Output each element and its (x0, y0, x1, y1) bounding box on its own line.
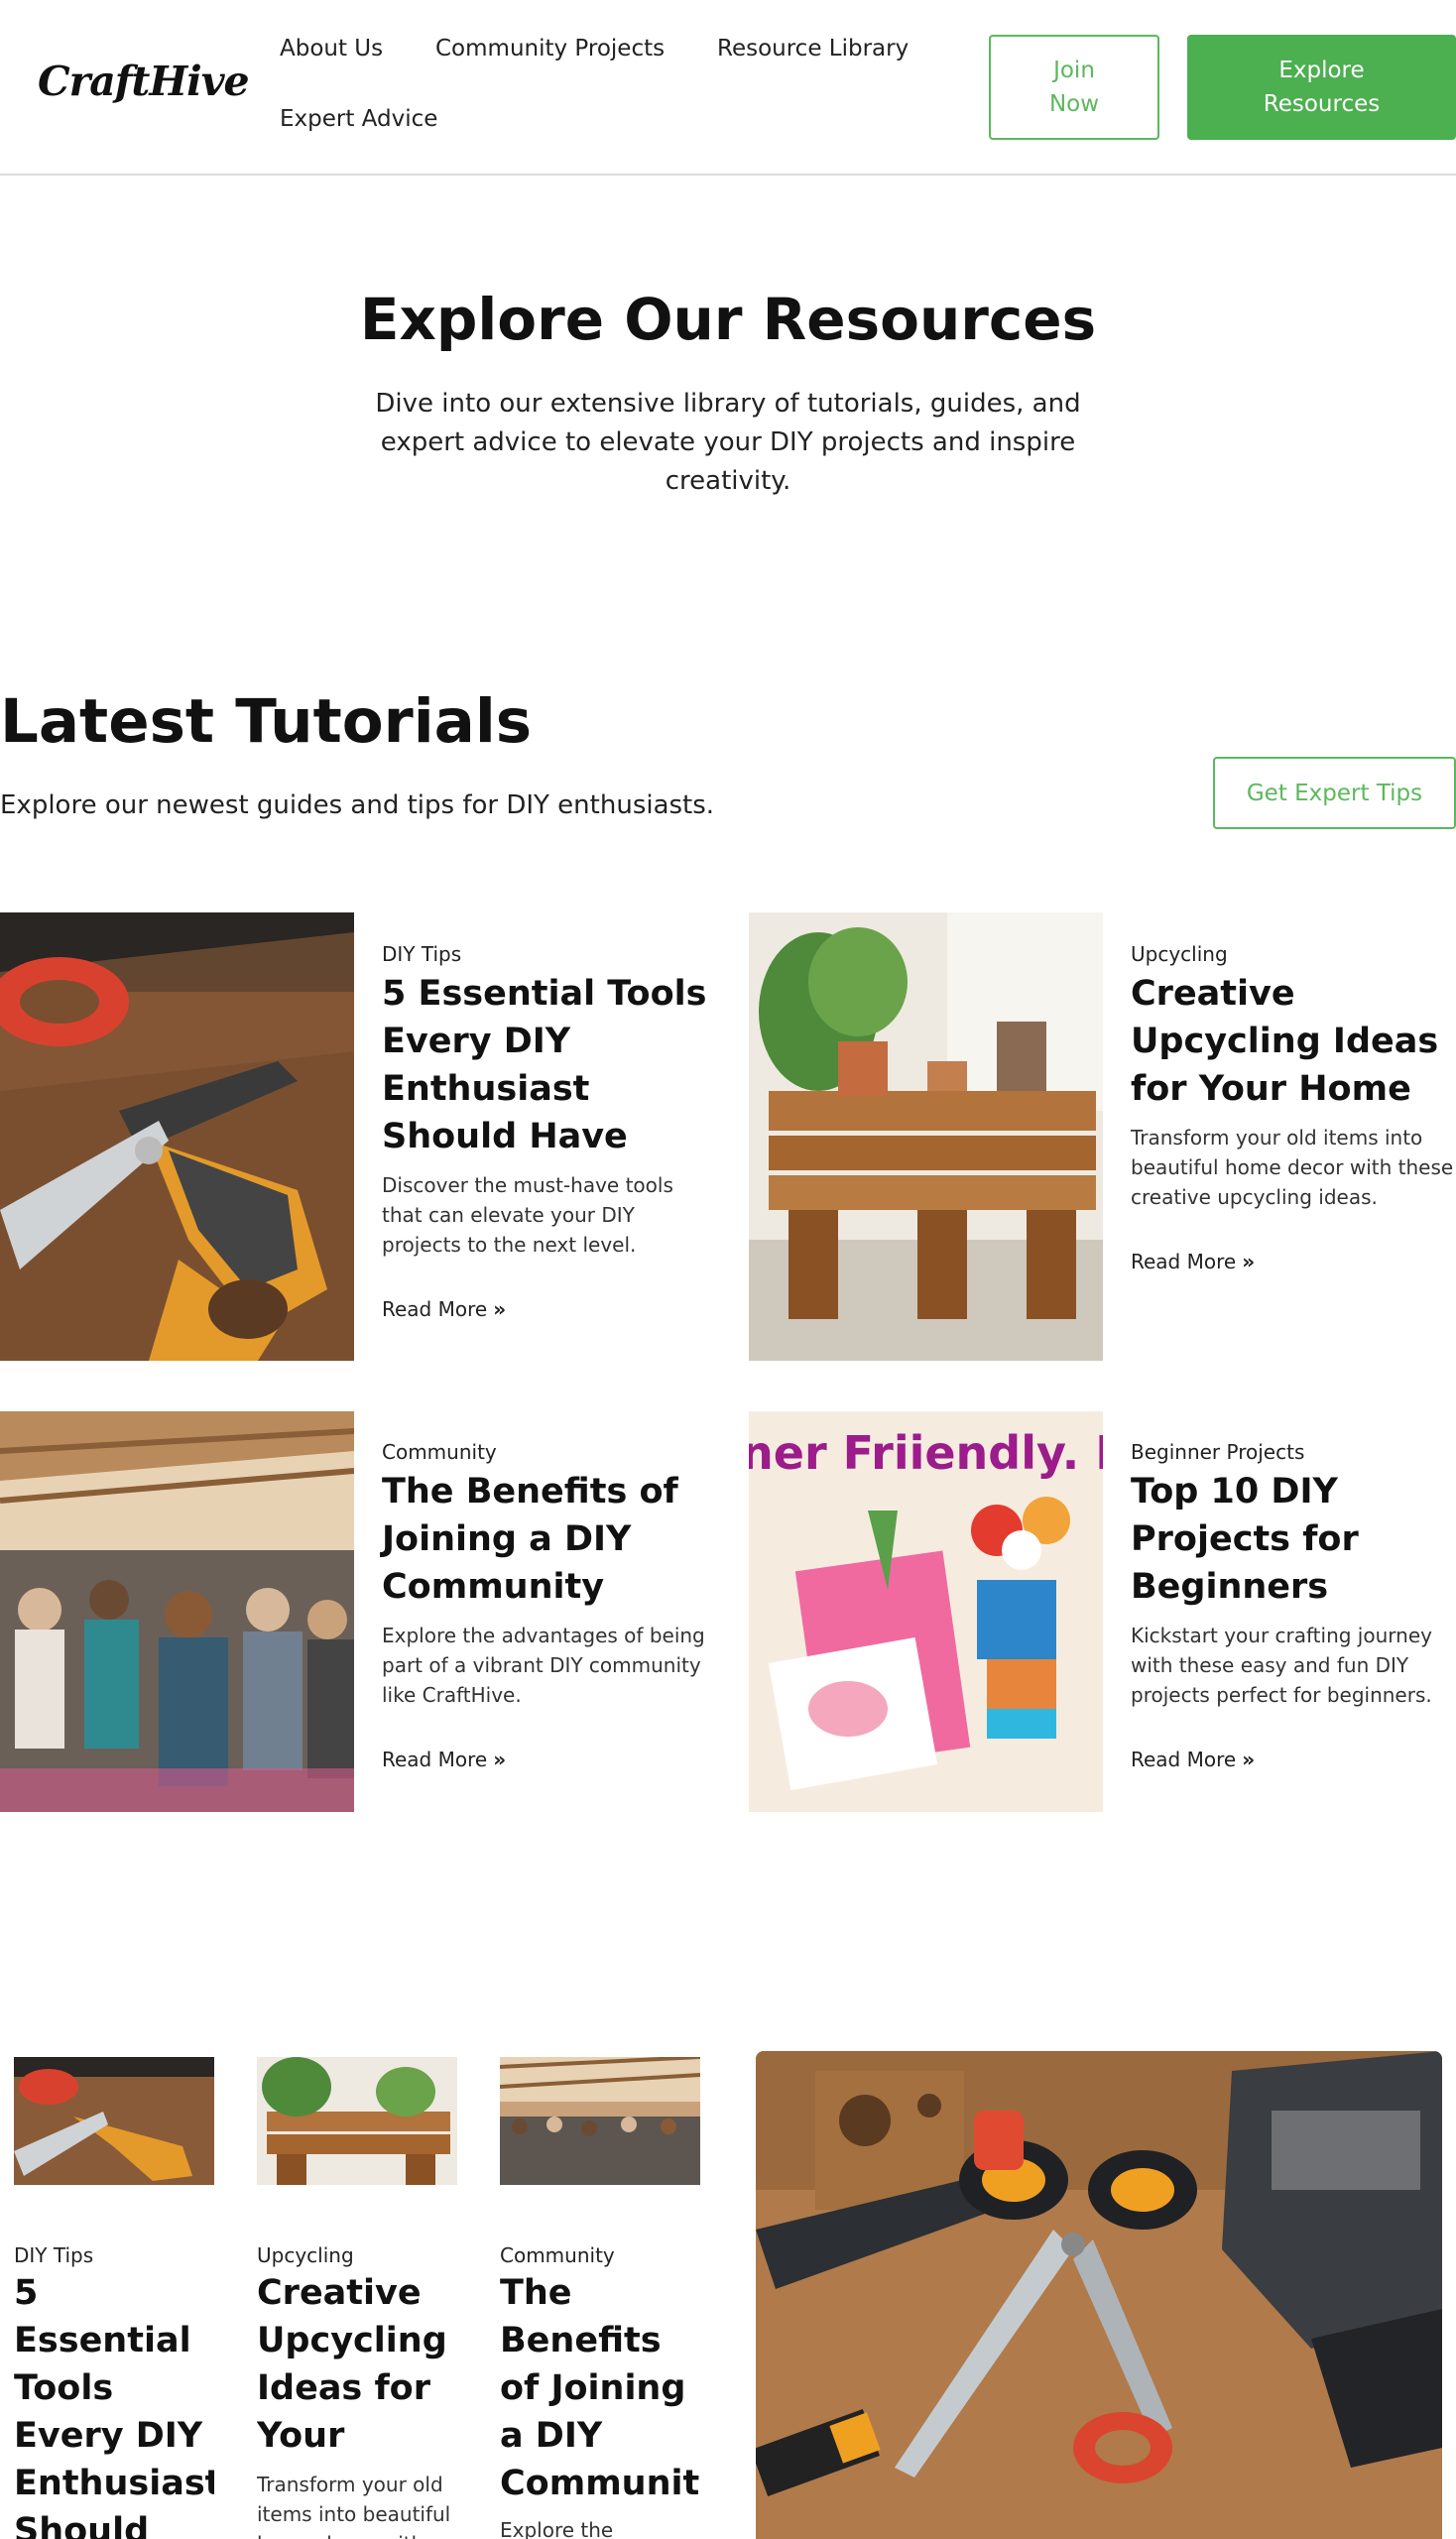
card-description: Discover the must-have tools that can el… (382, 1173, 673, 1257)
card-category: Upcycling (1131, 942, 1228, 966)
nav-resource-library[interactable]: Resource Library (717, 36, 909, 61)
logo[interactable]: CraftHive (38, 58, 250, 105)
card-title[interactable]: Top 10 DIY Projects for Beginners (1131, 1468, 1456, 1611)
card-category: DIY Tips (382, 942, 462, 966)
card-image-upcycling[interactable] (749, 912, 1103, 1361)
join-now-button[interactable]: Join Now (989, 35, 1159, 140)
chevron-double-right-icon: » (493, 1748, 507, 1771)
image-banner-text: ner Friiendly. DIY (749, 1426, 1103, 1480)
explore-resources-button[interactable]: Explore Resources (1187, 35, 1456, 140)
card-description: Transform your old items into beautiful … (1131, 1126, 1454, 1209)
featured-image-scissors[interactable] (14, 2057, 214, 2185)
featured-title[interactable]: The Benefits of Joining a DIY Community (500, 2269, 700, 2507)
featured-title[interactable]: 5 Essential Tools Every DIY Enthusiast S… (14, 2269, 214, 2539)
featured-category: Upcycling (257, 2243, 354, 2267)
read-more-label: Read More (382, 1297, 488, 1321)
card-title[interactable]: The Benefits of Joining a DIY Community (382, 1468, 719, 1611)
nav-about-us[interactable]: About Us (280, 36, 383, 61)
read-more-label: Read More (382, 1748, 488, 1771)
workshop-crowd-photo (0, 1411, 354, 1812)
read-more-label: Read More (1131, 1748, 1237, 1771)
chevron-double-right-icon: » (1242, 1250, 1256, 1273)
read-more-link[interactable]: Read More» (1131, 1748, 1255, 1771)
featured-image-community[interactable] (500, 2057, 700, 2185)
chevron-double-right-icon: » (1242, 1748, 1256, 1771)
card-category: Community (382, 1440, 497, 1464)
card-description: Kickstart your crafting journey with the… (1131, 1624, 1432, 1707)
tools-on-table-photo (756, 2051, 1442, 2539)
pallet-thumbnail (257, 2057, 457, 2185)
featured-description: Explore the (500, 2518, 614, 2539)
card-description: Explore the advantages of being part of … (382, 1624, 705, 1707)
scissors-thumbnail (14, 2057, 214, 2185)
get-expert-tips-button[interactable]: Get Expert Tips (1213, 757, 1456, 829)
hero-title: Explore Our Resources (359, 286, 1097, 353)
pallet-table-photo (749, 912, 1103, 1361)
read-more-link[interactable]: Read More» (382, 1748, 506, 1771)
hero-subtitle: Dive into our extensive library of tutor… (375, 389, 1081, 496)
site-header: CraftHive About Us Community Projects Re… (0, 0, 1456, 176)
latest-tutorials-title: Latest Tutorials (0, 686, 533, 757)
read-more-link[interactable]: Read More» (382, 1297, 506, 1321)
card-category: Beginner Projects (1131, 1440, 1305, 1464)
card-title[interactable]: 5 Essential Tools Every DIY Enthusiast S… (382, 970, 719, 1160)
latest-tutorials-subtitle: Explore our newest guides and tips for D… (0, 790, 715, 820)
featured-category: Community (500, 2243, 615, 2267)
read-more-label: Read More (1131, 1250, 1237, 1273)
nav-expert-advice[interactable]: Expert Advice (280, 106, 437, 132)
read-more-link[interactable]: Read More» (1131, 1250, 1255, 1273)
scissors-photo (0, 912, 354, 1361)
featured-category: DIY Tips (14, 2243, 94, 2267)
featured-hero-image[interactable] (756, 2051, 1442, 2539)
card-image-scissors[interactable] (0, 912, 354, 1361)
card-title[interactable]: Creative Upcycling Ideas for Your Home (1131, 970, 1456, 1113)
crowd-thumbnail (500, 2057, 700, 2185)
featured-image-upcycling[interactable] (257, 2057, 457, 2185)
featured-description: Transform your old items into beautiful … (257, 2473, 451, 2539)
flower-pots-photo: ner Friiendly. DIY (749, 1411, 1103, 1812)
card-image-beginners[interactable]: ner Friiendly. DIY (749, 1411, 1103, 1812)
chevron-double-right-icon: » (493, 1297, 507, 1321)
featured-title[interactable]: Creative Upcycling Ideas for Your Home (257, 2269, 457, 2464)
nav-community-projects[interactable]: Community Projects (435, 36, 665, 61)
card-image-community[interactable] (0, 1411, 354, 1812)
